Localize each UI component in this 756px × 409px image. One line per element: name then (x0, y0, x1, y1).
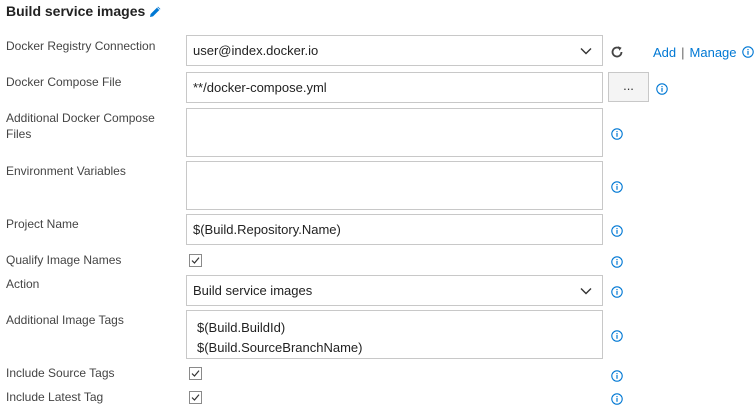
additional-compose-label: Additional Docker Compose Files (6, 111, 155, 141)
source-tags-label: Include Source Tags (6, 366, 115, 380)
info-icon[interactable] (611, 128, 623, 140)
checkmark-icon (191, 394, 200, 401)
action-select[interactable]: Build service images (186, 275, 603, 306)
project-name-field[interactable] (186, 214, 603, 245)
registry-links: Add | Manage (653, 44, 754, 60)
manage-connection-link[interactable]: Manage (690, 45, 737, 60)
info-icon[interactable] (611, 330, 623, 342)
add-connection-link[interactable]: Add (653, 45, 676, 60)
source-tags-checkbox[interactable] (189, 367, 202, 380)
chevron-down-icon (580, 47, 592, 55)
image-tag-line: $(Build.BuildId) (197, 320, 286, 335)
refresh-icon[interactable] (609, 44, 625, 60)
checkmark-icon (191, 370, 200, 377)
info-icon[interactable] (611, 181, 623, 193)
registry-label: Docker Registry Connection (6, 39, 156, 53)
browse-button[interactable]: ... (608, 72, 649, 102)
project-name-label: Project Name (6, 217, 79, 231)
info-icon[interactable] (741, 46, 754, 58)
registry-value: user@index.docker.io (193, 43, 319, 58)
info-icon[interactable] (656, 83, 668, 95)
latest-tag-label: Include Latest Tag (6, 390, 104, 404)
env-vars-label: Environment Variables (6, 164, 126, 178)
qualify-label: Qualify Image Names (6, 253, 122, 267)
info-icon[interactable] (611, 286, 623, 298)
additional-compose-textarea[interactable] (186, 108, 603, 157)
image-tags-textarea[interactable]: $(Build.BuildId) $(Build.SourceBranchNam… (186, 310, 603, 359)
env-vars-textarea[interactable] (186, 161, 603, 210)
qualify-checkbox[interactable] (189, 254, 202, 267)
latest-tag-checkbox[interactable] (189, 391, 202, 404)
info-icon[interactable] (611, 370, 623, 382)
section-title: Build service images (6, 3, 146, 19)
image-tags-label: Additional Image Tags (6, 313, 124, 327)
compose-file-field[interactable] (186, 72, 603, 103)
project-name-input[interactable] (193, 222, 596, 237)
pencil-icon[interactable] (149, 5, 162, 18)
link-separator: | (681, 44, 685, 60)
section-header: Build service images (6, 2, 162, 20)
image-tag-line: $(Build.SourceBranchName) (197, 340, 363, 355)
checkmark-icon (191, 257, 200, 264)
action-value: Build service images (193, 283, 313, 298)
compose-file-input[interactable] (193, 80, 596, 95)
action-label: Action (6, 277, 40, 291)
info-icon[interactable] (611, 393, 623, 405)
info-icon[interactable] (611, 225, 623, 237)
compose-file-label: Docker Compose File (6, 75, 122, 89)
info-icon[interactable] (611, 256, 623, 268)
chevron-down-icon (580, 287, 592, 295)
registry-select[interactable]: user@index.docker.io (186, 35, 603, 66)
